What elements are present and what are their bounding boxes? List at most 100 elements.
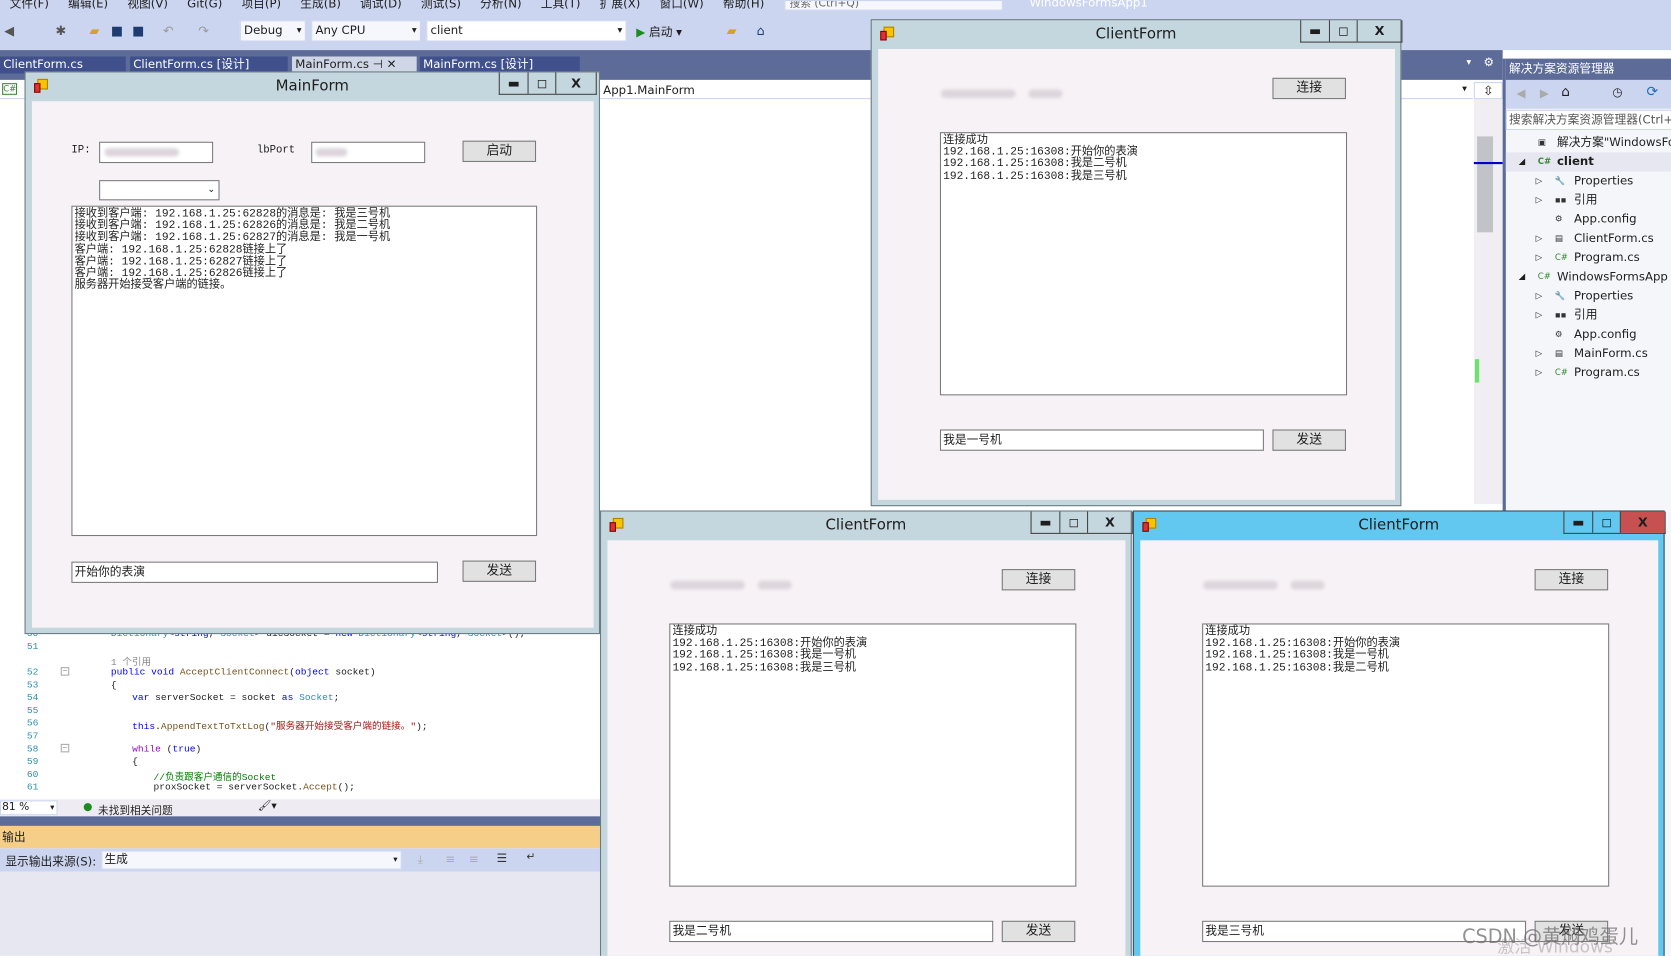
- collapse-icon[interactable]: −: [60, 743, 70, 753]
- expander-icon[interactable]: ▷: [1536, 172, 1543, 191]
- connect-button[interactable]: 连接: [1001, 569, 1076, 591]
- editor-scrollbar[interactable]: [1473, 99, 1503, 505]
- settings-gear-icon[interactable]: ⚙: [1483, 55, 1494, 69]
- tree-item[interactable]: ▷ ▪▪ 引用: [1506, 306, 1671, 325]
- solution-search-input[interactable]: 搜索解决方案资源管理器(Ctrl+;): [1505, 109, 1671, 131]
- minimize-button[interactable]: ▬: [1564, 512, 1592, 533]
- client-send-button[interactable]: 发送: [1001, 920, 1076, 943]
- expander-icon[interactable]: ▷: [1536, 191, 1543, 210]
- ip-input[interactable]: [99, 141, 214, 164]
- client-log-textbox[interactable]: 连接成功 192.168.1.25:16308:开始你的表演 192.168.1.2…: [669, 623, 1077, 887]
- back-icon[interactable]: ◀: [1516, 86, 1525, 100]
- maximize-button[interactable]: ◻: [1059, 511, 1087, 533]
- minimize-button[interactable]: ▬: [500, 72, 528, 93]
- cleanup-brush-icon[interactable]: 🖌▾: [258, 800, 277, 812]
- vs-search-input[interactable]: 搜索 (Ctrl+Q): [784, 0, 1003, 11]
- connect-button[interactable]: 连接: [1272, 77, 1346, 100]
- maximize-button[interactable]: ◻: [1592, 511, 1620, 533]
- expander-icon[interactable]: ◢: [1519, 152, 1526, 171]
- menu-item[interactable]: 编辑(E): [59, 0, 118, 16]
- back-icon[interactable]: ◀: [4, 23, 14, 38]
- word-wrap-icon[interactable]: ↵: [526, 851, 535, 863]
- output-source-select[interactable]: 生成 ▾: [101, 850, 402, 870]
- menu-item[interactable]: 项目(P): [232, 0, 291, 16]
- goto-location-icon[interactable]: ⤓: [418, 853, 423, 868]
- zoom-select[interactable]: 81 % ▾: [0, 800, 58, 816]
- split-icon[interactable]: ⇳: [1473, 82, 1503, 100]
- server-message-input[interactable]: 开始你的表演: [71, 561, 439, 583]
- tree-item[interactable]: ▷ ▤ MainForm.cs: [1506, 344, 1671, 363]
- close-button[interactable]: X: [555, 72, 595, 94]
- expander-icon[interactable]: ▷: [1536, 306, 1543, 325]
- refresh-icon[interactable]: ⟳: [1647, 84, 1659, 100]
- client-message-input[interactable]: 我是一号机: [939, 429, 1264, 451]
- scroll-thumb[interactable]: [1477, 136, 1494, 233]
- tree-item[interactable]: ⚙ App.config: [1506, 325, 1671, 344]
- menu-item[interactable]: Git(G): [178, 0, 232, 16]
- redo-icon[interactable]: ↷: [198, 23, 209, 38]
- connect-button[interactable]: 连接: [1534, 569, 1609, 591]
- menu-item[interactable]: 工具(T): [531, 0, 590, 16]
- previous-message-icon[interactable]: ≡: [445, 853, 455, 867]
- menu-item[interactable]: 扩展(X): [590, 0, 650, 16]
- tree-item[interactable]: ▷ C# Program.cs: [1506, 363, 1671, 382]
- client-send-button[interactable]: 发送: [1272, 429, 1346, 451]
- server-send-button[interactable]: 发送: [462, 560, 537, 582]
- start-button[interactable]: ▶ 启动 ▾: [636, 23, 682, 40]
- expander-icon[interactable]: ▷: [1536, 344, 1543, 363]
- expander-icon[interactable]: ▷: [1536, 363, 1543, 382]
- new-project-icon[interactable]: ✱: [55, 23, 66, 38]
- history-icon[interactable]: ◷: [1612, 85, 1622, 99]
- menu-item[interactable]: 帮助(H): [713, 0, 774, 16]
- menu-item[interactable]: 视图(V): [118, 0, 178, 16]
- menu-item[interactable]: 调试(D): [351, 0, 412, 16]
- home-icon[interactable]: ⌂: [1561, 84, 1570, 100]
- collapse-icon[interactable]: −: [60, 667, 70, 676]
- close-button[interactable]: X: [1356, 20, 1402, 42]
- menu-item[interactable]: 窗口(W): [650, 0, 713, 16]
- tree-item[interactable]: ⚙ App.config: [1506, 210, 1671, 229]
- menu-item[interactable]: 测试(S): [411, 0, 470, 16]
- save-all-icon[interactable]: ■: [132, 23, 144, 38]
- code-view[interactable]: 50Dictionary<string, Socket> dicSocket =…: [0, 628, 600, 800]
- client-log-textbox[interactable]: 连接成功 192.168.1.25:16308:开始你的表演 192.168.1.2…: [939, 132, 1348, 396]
- tree-item[interactable]: ▣ 解决方案"WindowsForm: [1506, 133, 1671, 152]
- panel-splitter[interactable]: [0, 816, 600, 826]
- platform-select[interactable]: Any CPU: [311, 20, 421, 42]
- save-icon[interactable]: ■: [111, 23, 123, 38]
- close-tab-icon[interactable]: ✕: [387, 58, 397, 72]
- clear-all-icon[interactable]: ☰: [497, 851, 508, 865]
- menu-item[interactable]: 生成(B): [291, 0, 351, 16]
- find-in-files-icon[interactable]: ▰: [727, 23, 737, 38]
- output-content[interactable]: [0, 871, 600, 956]
- menu-item[interactable]: 文件(F): [0, 0, 59, 16]
- close-button[interactable]: X: [1087, 511, 1132, 533]
- tree-item[interactable]: ▷ ▤ ClientForm.cs: [1506, 229, 1671, 248]
- open-icon[interactable]: ▰: [90, 23, 100, 38]
- close-button[interactable]: X: [1619, 511, 1665, 533]
- tab-overflow-icon[interactable]: ▾: [1466, 58, 1471, 69]
- tree-item[interactable]: ▷ 🔧 Properties: [1506, 172, 1671, 191]
- client-message-input[interactable]: 我是二号机: [669, 920, 994, 943]
- tree-item[interactable]: ▷ ▪▪ 引用: [1506, 191, 1671, 210]
- server-log-textbox[interactable]: 接收到客户端: 192.168.1.25:62828的消息是: 我是三号机 接收到…: [71, 205, 538, 537]
- minimize-button[interactable]: ▬: [1032, 512, 1060, 533]
- next-message-icon[interactable]: ≡: [469, 853, 479, 867]
- menu-item[interactable]: 分析(N): [471, 0, 532, 16]
- start-server-button[interactable]: 启动: [462, 140, 537, 162]
- port-input[interactable]: [311, 141, 426, 164]
- pin-icon[interactable]: ⊣: [373, 58, 383, 72]
- expander-icon[interactable]: ▷: [1536, 287, 1543, 306]
- minimize-button[interactable]: ▬: [1301, 20, 1329, 41]
- issues-status[interactable]: 未找到相关问题: [98, 801, 173, 818]
- tree-item[interactable]: ▷ 🔧 Properties: [1506, 287, 1671, 306]
- client-log-textbox[interactable]: 连接成功 192.168.1.25:16308:开始你的表演 192.168.1.2…: [1202, 623, 1610, 887]
- chevron-down-icon[interactable]: ▾: [1462, 84, 1467, 95]
- tree-item[interactable]: ◢ C# WindowsFormsApp: [1506, 267, 1671, 286]
- expander-icon[interactable]: ◢: [1519, 267, 1526, 286]
- tree-item[interactable]: ◢ C# client: [1505, 152, 1671, 172]
- config-select[interactable]: Debug: [239, 20, 306, 42]
- client-select[interactable]: ⌄: [99, 180, 220, 201]
- maximize-button[interactable]: ◻: [527, 72, 556, 94]
- tree-item[interactable]: ▷ C# Program.cs: [1506, 248, 1671, 267]
